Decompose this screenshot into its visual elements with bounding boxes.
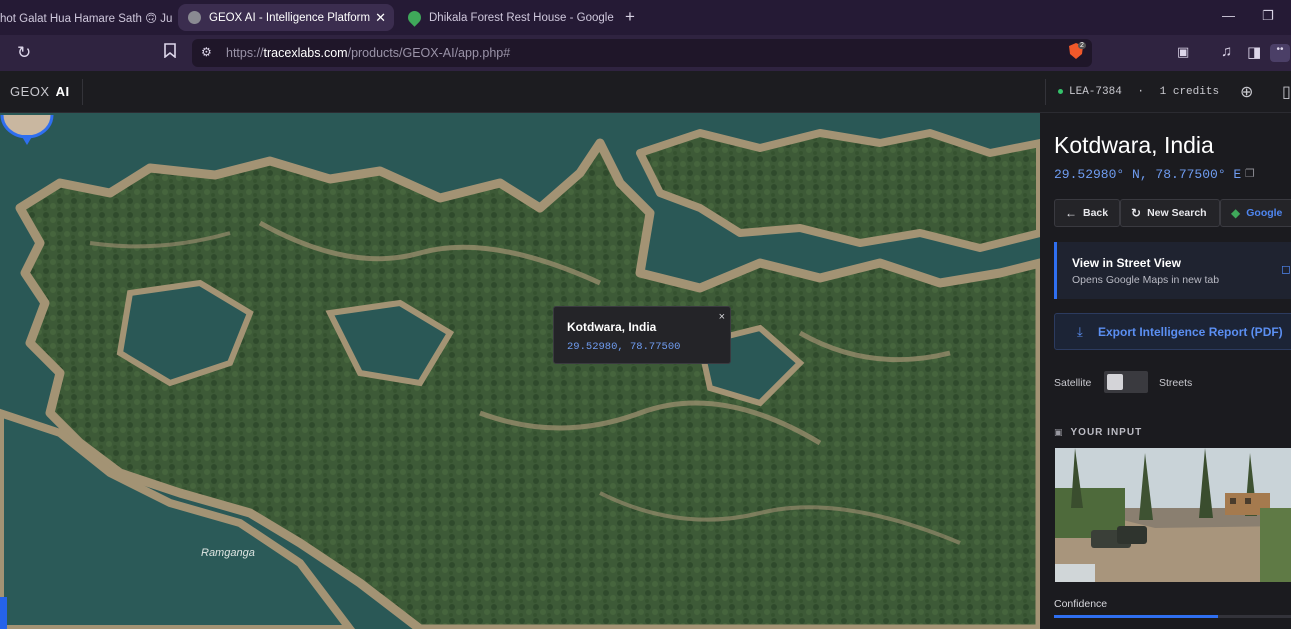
header-divider — [1045, 79, 1046, 105]
close-icon[interactable]: × — [719, 311, 725, 323]
app-header: GEOX AI LEA-7384 · 1 credits ⊕ ▯ — [0, 71, 1291, 113]
input-photo-art — [1055, 448, 1291, 582]
new-tab-button[interactable]: + — [625, 7, 635, 27]
map-style-toggle[interactable] — [1104, 371, 1148, 393]
brand-logo[interactable]: GEOX AI — [10, 84, 70, 99]
toggle-label-satellite: Satellite — [1054, 377, 1092, 389]
location-coordinates: 29.52980° N, 78.77500° E — [1054, 167, 1242, 182]
tab-title: GEOX AI - Intelligence Platform — [209, 11, 371, 24]
map-popup: Kotdwara, India 29.52980, 78.77500 × — [553, 306, 731, 364]
confidence-bar — [1054, 615, 1291, 618]
confidence-bar-fill — [1054, 615, 1218, 618]
tab-dhikala-forest[interactable]: Dhikala Forest Rest House - Google M — [400, 4, 616, 31]
music-icon[interactable]: ♫ — [1221, 43, 1232, 60]
satellite-map[interactable]: Ramganga Kotdwara, India 29.52980, 78.77… — [0, 113, 1040, 629]
search-refresh-icon: ↻ — [1131, 206, 1142, 220]
account-status: LEA-7384 · 1 credits — [1058, 86, 1219, 98]
export-label: Export Intelligence Report (PDF) — [1098, 325, 1283, 339]
close-tab-icon[interactable]: ✕ — [375, 10, 386, 26]
reload-icon[interactable]: ↻ — [17, 43, 31, 63]
restore-icon[interactable]: ❐ — [1262, 8, 1274, 24]
minimize-icon[interactable]: — — [1222, 8, 1235, 23]
tab-geox-ai[interactable]: GEOX AI - Intelligence Platform ✕ — [178, 4, 394, 31]
sidebar-icon[interactable]: ◨ — [1247, 43, 1261, 61]
google-label: Google — [1246, 207, 1283, 219]
site-settings-icon[interactable]: ⚙ — [201, 45, 212, 59]
address-bar[interactable]: ⚙ https://tracexlabs.com/products/GEOX-A… — [192, 39, 1092, 67]
toggle-knob — [1107, 374, 1123, 390]
separator: · — [1137, 86, 1145, 98]
bookmark-icon[interactable] — [164, 43, 176, 62]
tab-title: Dhikala Forest Rest House - Google M — [429, 11, 616, 24]
header-divider — [82, 79, 83, 105]
street-view-title: View in Street View — [1072, 256, 1181, 270]
back-button[interactable]: ← Back — [1054, 199, 1120, 227]
popup-coordinates: 29.52980, 78.77500 — [567, 341, 681, 353]
results-panel: Kotdwara, India 29.52980° N, 78.77500° E… — [1040, 113, 1291, 629]
shield-badge: 2 — [1078, 42, 1086, 49]
export-report-button[interactable]: ⤓ Export Intelligence Report (PDF) — [1054, 313, 1291, 350]
plus-circle-icon[interactable]: ⊕ — [1240, 82, 1253, 102]
wallet-icon[interactable]: •• — [1270, 44, 1290, 62]
tab-music-video[interactable]: hot Galat Hua Hamare Sath 🙃 Ju — [0, 4, 172, 31]
location-pin-icon[interactable] — [0, 113, 54, 147]
online-dot — [1058, 88, 1063, 94]
map-terrain — [0, 113, 1040, 629]
confidence-label: Confidence — [1054, 598, 1108, 610]
brand-suffix: AI — [55, 84, 70, 99]
map-style-toggle-row: Satellite Streets — [1054, 371, 1284, 393]
input-photo[interactable] — [1055, 448, 1291, 582]
download-icon: ⤓ — [1077, 324, 1083, 339]
google-maps-icon: ◆ — [1231, 206, 1241, 220]
map-edge-indicator — [0, 597, 7, 629]
url-text: https://tracexlabs.com/products/GEOX-AI/… — [226, 46, 511, 60]
street-view-card[interactable]: View in Street View Opens Google Maps in… — [1054, 242, 1291, 299]
river-label: Ramganga — [201, 547, 255, 559]
location-title: Kotdwara, India — [1054, 132, 1214, 158]
globe-icon — [188, 11, 201, 24]
brand-name: GEOX — [10, 84, 50, 99]
back-label: Back — [1083, 207, 1109, 219]
browser-toolbar: ↻ ⚙ https://tracexlabs.com/products/GEOX… — [0, 35, 1291, 71]
toggle-label-streets: Streets — [1159, 377, 1193, 389]
image-icon: ▣ — [1054, 427, 1064, 437]
back-arrow-icon: ← — [1065, 206, 1077, 220]
browser-tab-strip: hot Galat Hua Hamare Sath 🙃 Ju GEOX AI -… — [0, 0, 1291, 35]
tab-title: hot Galat Hua Hamare Sath 🙃 Ju — [0, 12, 172, 25]
street-view-subtitle: Opens Google Maps in new tab — [1072, 274, 1220, 286]
user-id: LEA-7384 — [1069, 86, 1122, 98]
panel-icon[interactable]: ▯ — [1282, 82, 1291, 102]
copy-icon[interactable]: ❐ — [1245, 167, 1255, 180]
popup-title: Kotdwara, India — [567, 320, 657, 334]
new-search-label: New Search — [1147, 207, 1207, 219]
new-search-button[interactable]: ↻ New Search — [1120, 199, 1220, 227]
external-link-icon: ◻ — [1281, 262, 1291, 276]
credits-count: 1 credits — [1159, 86, 1220, 98]
google-maps-icon — [405, 8, 424, 27]
reader-icon[interactable]: ▣ — [1177, 44, 1189, 60]
your-input-heading: ▣ YOUR INPUT — [1054, 427, 1143, 438]
google-maps-button[interactable]: ◆ Google — [1220, 199, 1291, 227]
